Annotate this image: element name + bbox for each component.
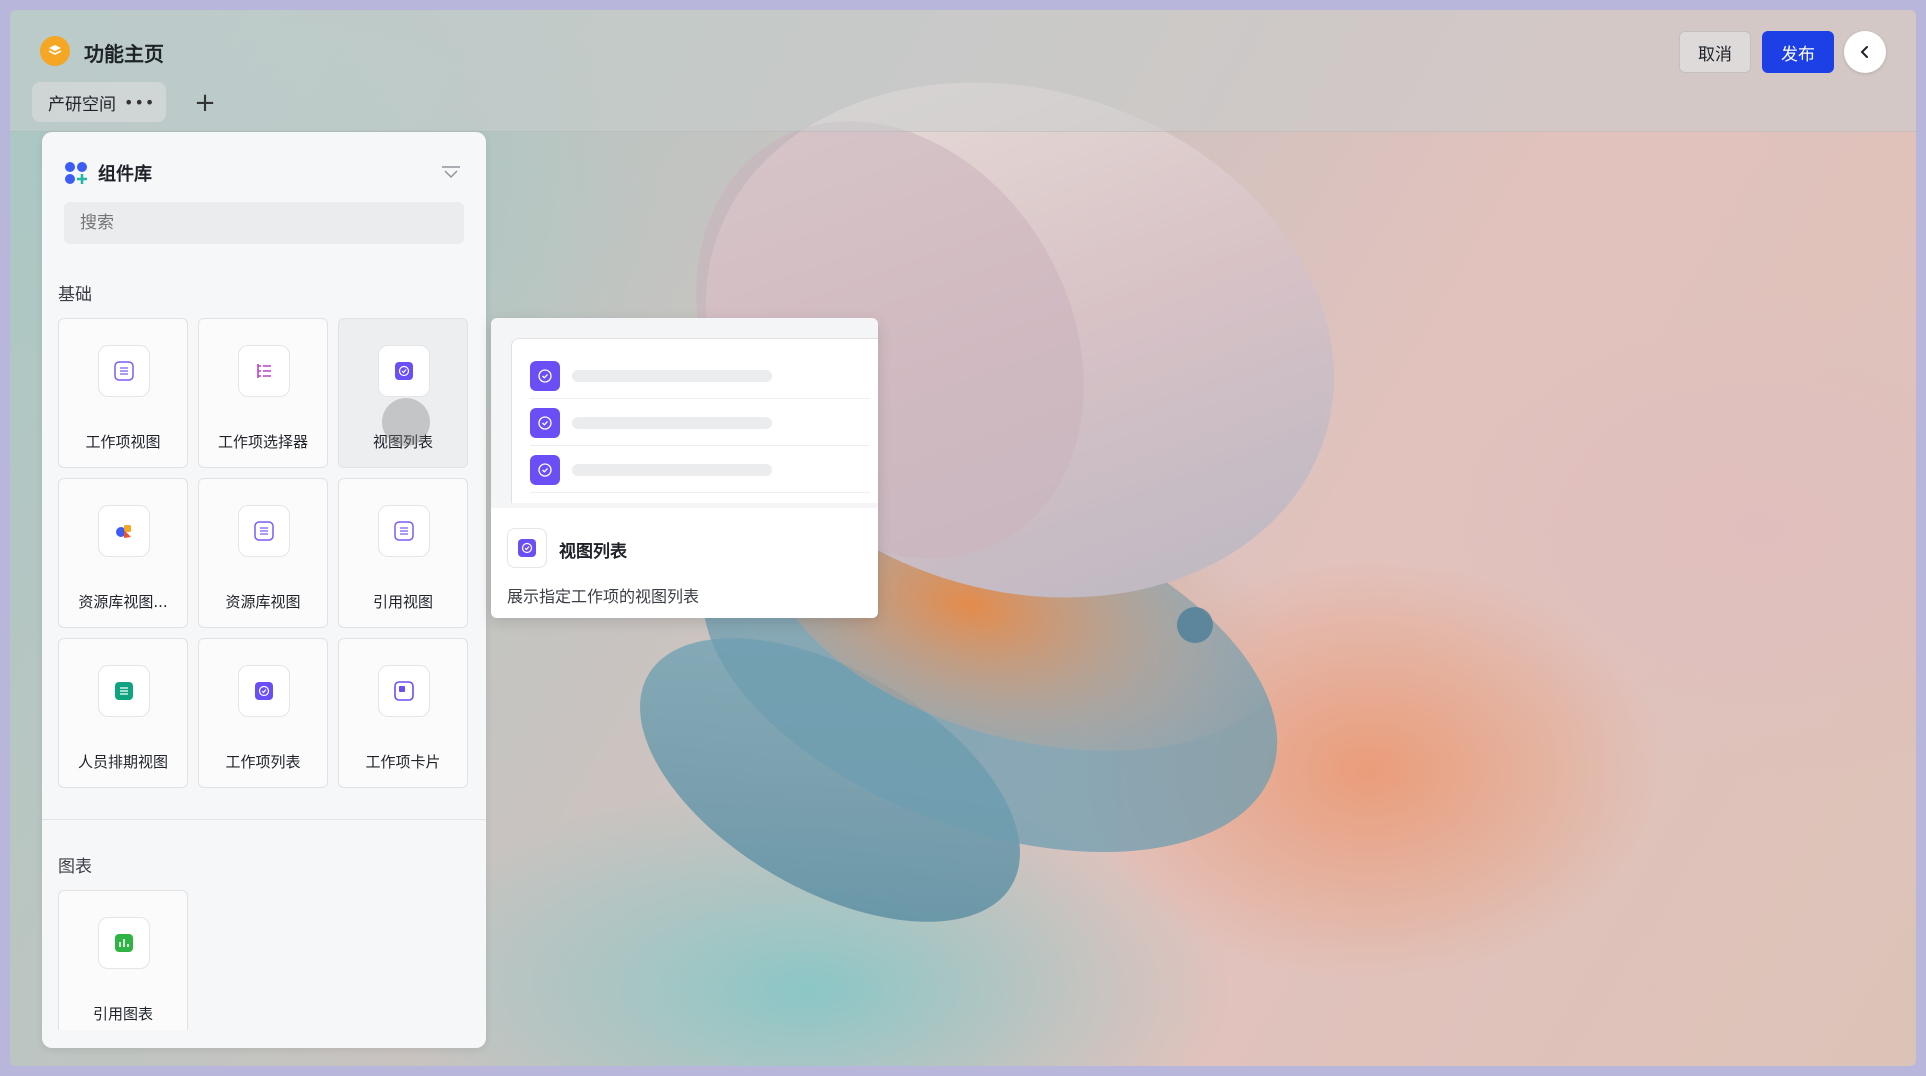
bar-chart-icon	[98, 917, 150, 969]
check-circle-icon	[530, 360, 560, 391]
preview-thumbnail	[511, 338, 878, 503]
list-doc-icon	[378, 505, 430, 557]
component-library-panel: 组件库 基础 工作项视图 工作项选择器 视图列表 资源库视图...	[42, 132, 486, 1048]
collapse-back-button[interactable]	[1844, 31, 1886, 73]
preview-row	[530, 353, 870, 399]
add-tab-button[interactable]: +	[190, 88, 220, 118]
component-label: 人员排期视图	[77, 753, 168, 771]
component-card-resource-library-view-ellipsis[interactable]: 资源库视图...	[58, 478, 188, 628]
panel-header: 组件库	[64, 160, 152, 186]
card-icon	[378, 665, 430, 717]
more-icon[interactable]: •••	[124, 93, 155, 112]
skeleton-line	[572, 416, 772, 429]
component-card-staff-schedule-view[interactable]: 人员排期视图	[58, 638, 188, 788]
workspace-frame: 功能主页 产研空间 ••• + 取消 发布 组件库 基础 工作项视图	[10, 10, 1916, 1066]
component-card-work-item-selector[interactable]: 工作项选择器	[198, 318, 328, 468]
preview-row	[530, 400, 870, 446]
section-label-chart: 图表	[58, 857, 92, 877]
page-title: 功能主页	[84, 42, 164, 66]
check-circle-icon	[530, 407, 560, 438]
check-circle-icon	[530, 454, 560, 485]
component-label: 工作项列表	[225, 753, 301, 771]
tab-label: 产研空间	[48, 94, 116, 115]
check-square-icon	[507, 528, 547, 568]
publish-button[interactable]: 发布	[1762, 31, 1834, 73]
chart-components-grid: 引用图表	[58, 890, 468, 1030]
component-label: 工作项卡片	[365, 753, 441, 771]
component-label: 资源库视图...	[78, 593, 168, 611]
component-label: 工作项视图	[85, 433, 161, 451]
section-label-basic: 基础	[58, 285, 92, 305]
colorful-shapes-icon	[98, 505, 150, 557]
component-label: 引用图表	[92, 1005, 153, 1023]
panel-title: 组件库	[98, 164, 152, 185]
calendar-grid-icon	[98, 665, 150, 717]
component-label: 引用视图	[372, 593, 433, 611]
component-card-reference-view[interactable]: 引用视图	[338, 478, 468, 628]
tree-list-icon	[238, 345, 290, 397]
app-logo-icon	[40, 36, 70, 66]
top-bar: 功能主页 产研空间 ••• + 取消 发布	[10, 10, 1916, 132]
tooltip-info: 视图列表 展示指定工作项的视图列表	[491, 508, 878, 618]
skeleton-line	[572, 369, 772, 382]
search-input[interactable]	[64, 202, 464, 244]
component-label: 资源库视图	[225, 593, 301, 611]
list-doc-icon	[238, 505, 290, 557]
component-label: 工作项选择器	[217, 433, 308, 451]
tooltip-title: 视图列表	[559, 542, 627, 562]
skeleton-line	[572, 463, 772, 476]
apps-add-icon	[65, 162, 87, 184]
basic-components-grid: 工作项视图 工作项选择器 视图列表 资源库视图... 资源库视图 引用视图 人员…	[58, 318, 468, 788]
cancel-button[interactable]: 取消	[1679, 31, 1751, 73]
chevron-left-icon	[1860, 46, 1868, 58]
section-divider	[42, 819, 486, 820]
component-card-work-item-list[interactable]: 工作项列表	[198, 638, 328, 788]
component-card-work-item-card[interactable]: 工作项卡片	[338, 638, 468, 788]
component-preview-tooltip: 视图列表 展示指定工作项的视图列表	[491, 318, 878, 618]
tooltip-description: 展示指定工作项的视图列表	[507, 587, 700, 606]
check-square-icon	[378, 345, 430, 397]
component-card-reference-chart[interactable]: 引用图表	[58, 890, 188, 1030]
component-card-resource-library-view[interactable]: 资源库视图	[198, 478, 328, 628]
check-square-icon	[238, 665, 290, 717]
preview-row	[530, 447, 870, 493]
tab-product-space[interactable]: 产研空间 •••	[32, 82, 166, 122]
mouse-cursor-indicator	[382, 398, 430, 446]
component-card-work-item-view[interactable]: 工作项视图	[58, 318, 188, 468]
collapse-icon[interactable]	[440, 162, 462, 182]
list-doc-icon	[98, 345, 150, 397]
